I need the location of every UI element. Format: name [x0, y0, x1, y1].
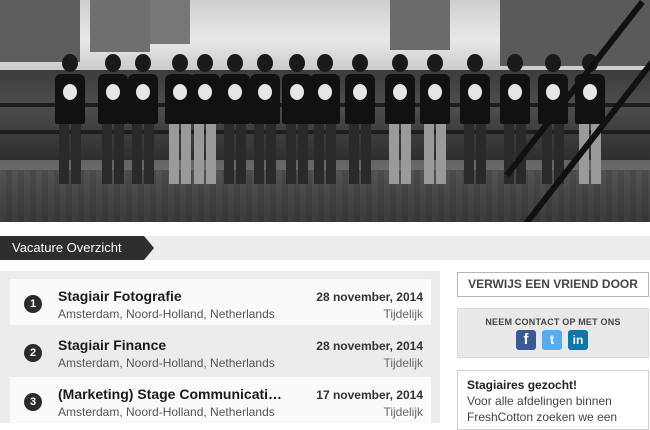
vacancy-list: 1 Stagiair Fotografie Amsterdam, Noord-H… [0, 271, 440, 423]
number-badge: 1 [24, 295, 42, 313]
promo-box: Stagiaires gezocht! Voor alle afdelingen… [457, 370, 649, 430]
twitter-icon[interactable]: t [542, 330, 562, 350]
linkedin-icon[interactable]: in [568, 330, 588, 350]
job-location: Amsterdam, Noord-Holland, Netherlands [58, 405, 275, 419]
job-date: 28 november, 2014 [316, 290, 423, 304]
job-title[interactable]: (Marketing) Stage Communicati… [58, 386, 282, 402]
hero-photo [0, 0, 650, 222]
section-title: Vacature Overzicht [0, 236, 154, 260]
contact-label: NEEM CONTACT OP MET ONS [485, 317, 621, 327]
job-date: 17 november, 2014 [316, 388, 423, 402]
number-badge: 3 [24, 393, 42, 411]
job-date: 28 november, 2014 [316, 339, 423, 353]
job-type: Tijdelijk [383, 307, 423, 321]
promo-text: Voor alle afdelingen binnen FreshCotton … [467, 394, 618, 424]
job-type: Tijdelijk [383, 356, 423, 370]
list-item[interactable]: 1 Stagiair Fotografie Amsterdam, Noord-H… [10, 279, 431, 325]
job-location: Amsterdam, Noord-Holland, Netherlands [58, 356, 275, 370]
list-item[interactable]: 3 (Marketing) Stage Communicati… Amsterd… [10, 377, 431, 423]
contact-box: NEEM CONTACT OP MET ONS f t in [457, 308, 649, 358]
number-badge: 2 [24, 344, 42, 362]
job-title[interactable]: Stagiair Fotografie [58, 288, 182, 304]
facebook-icon[interactable]: f [516, 330, 536, 350]
job-location: Amsterdam, Noord-Holland, Netherlands [58, 307, 275, 321]
job-type: Tijdelijk [383, 405, 423, 419]
promo-title: Stagiaires gezocht! [467, 378, 578, 392]
list-item[interactable]: 2 Stagiair Finance Amsterdam, Noord-Holl… [10, 328, 431, 374]
refer-friend-button[interactable]: VERWIJS EEN VRIEND DOOR [457, 272, 649, 297]
job-title[interactable]: Stagiair Finance [58, 337, 166, 353]
